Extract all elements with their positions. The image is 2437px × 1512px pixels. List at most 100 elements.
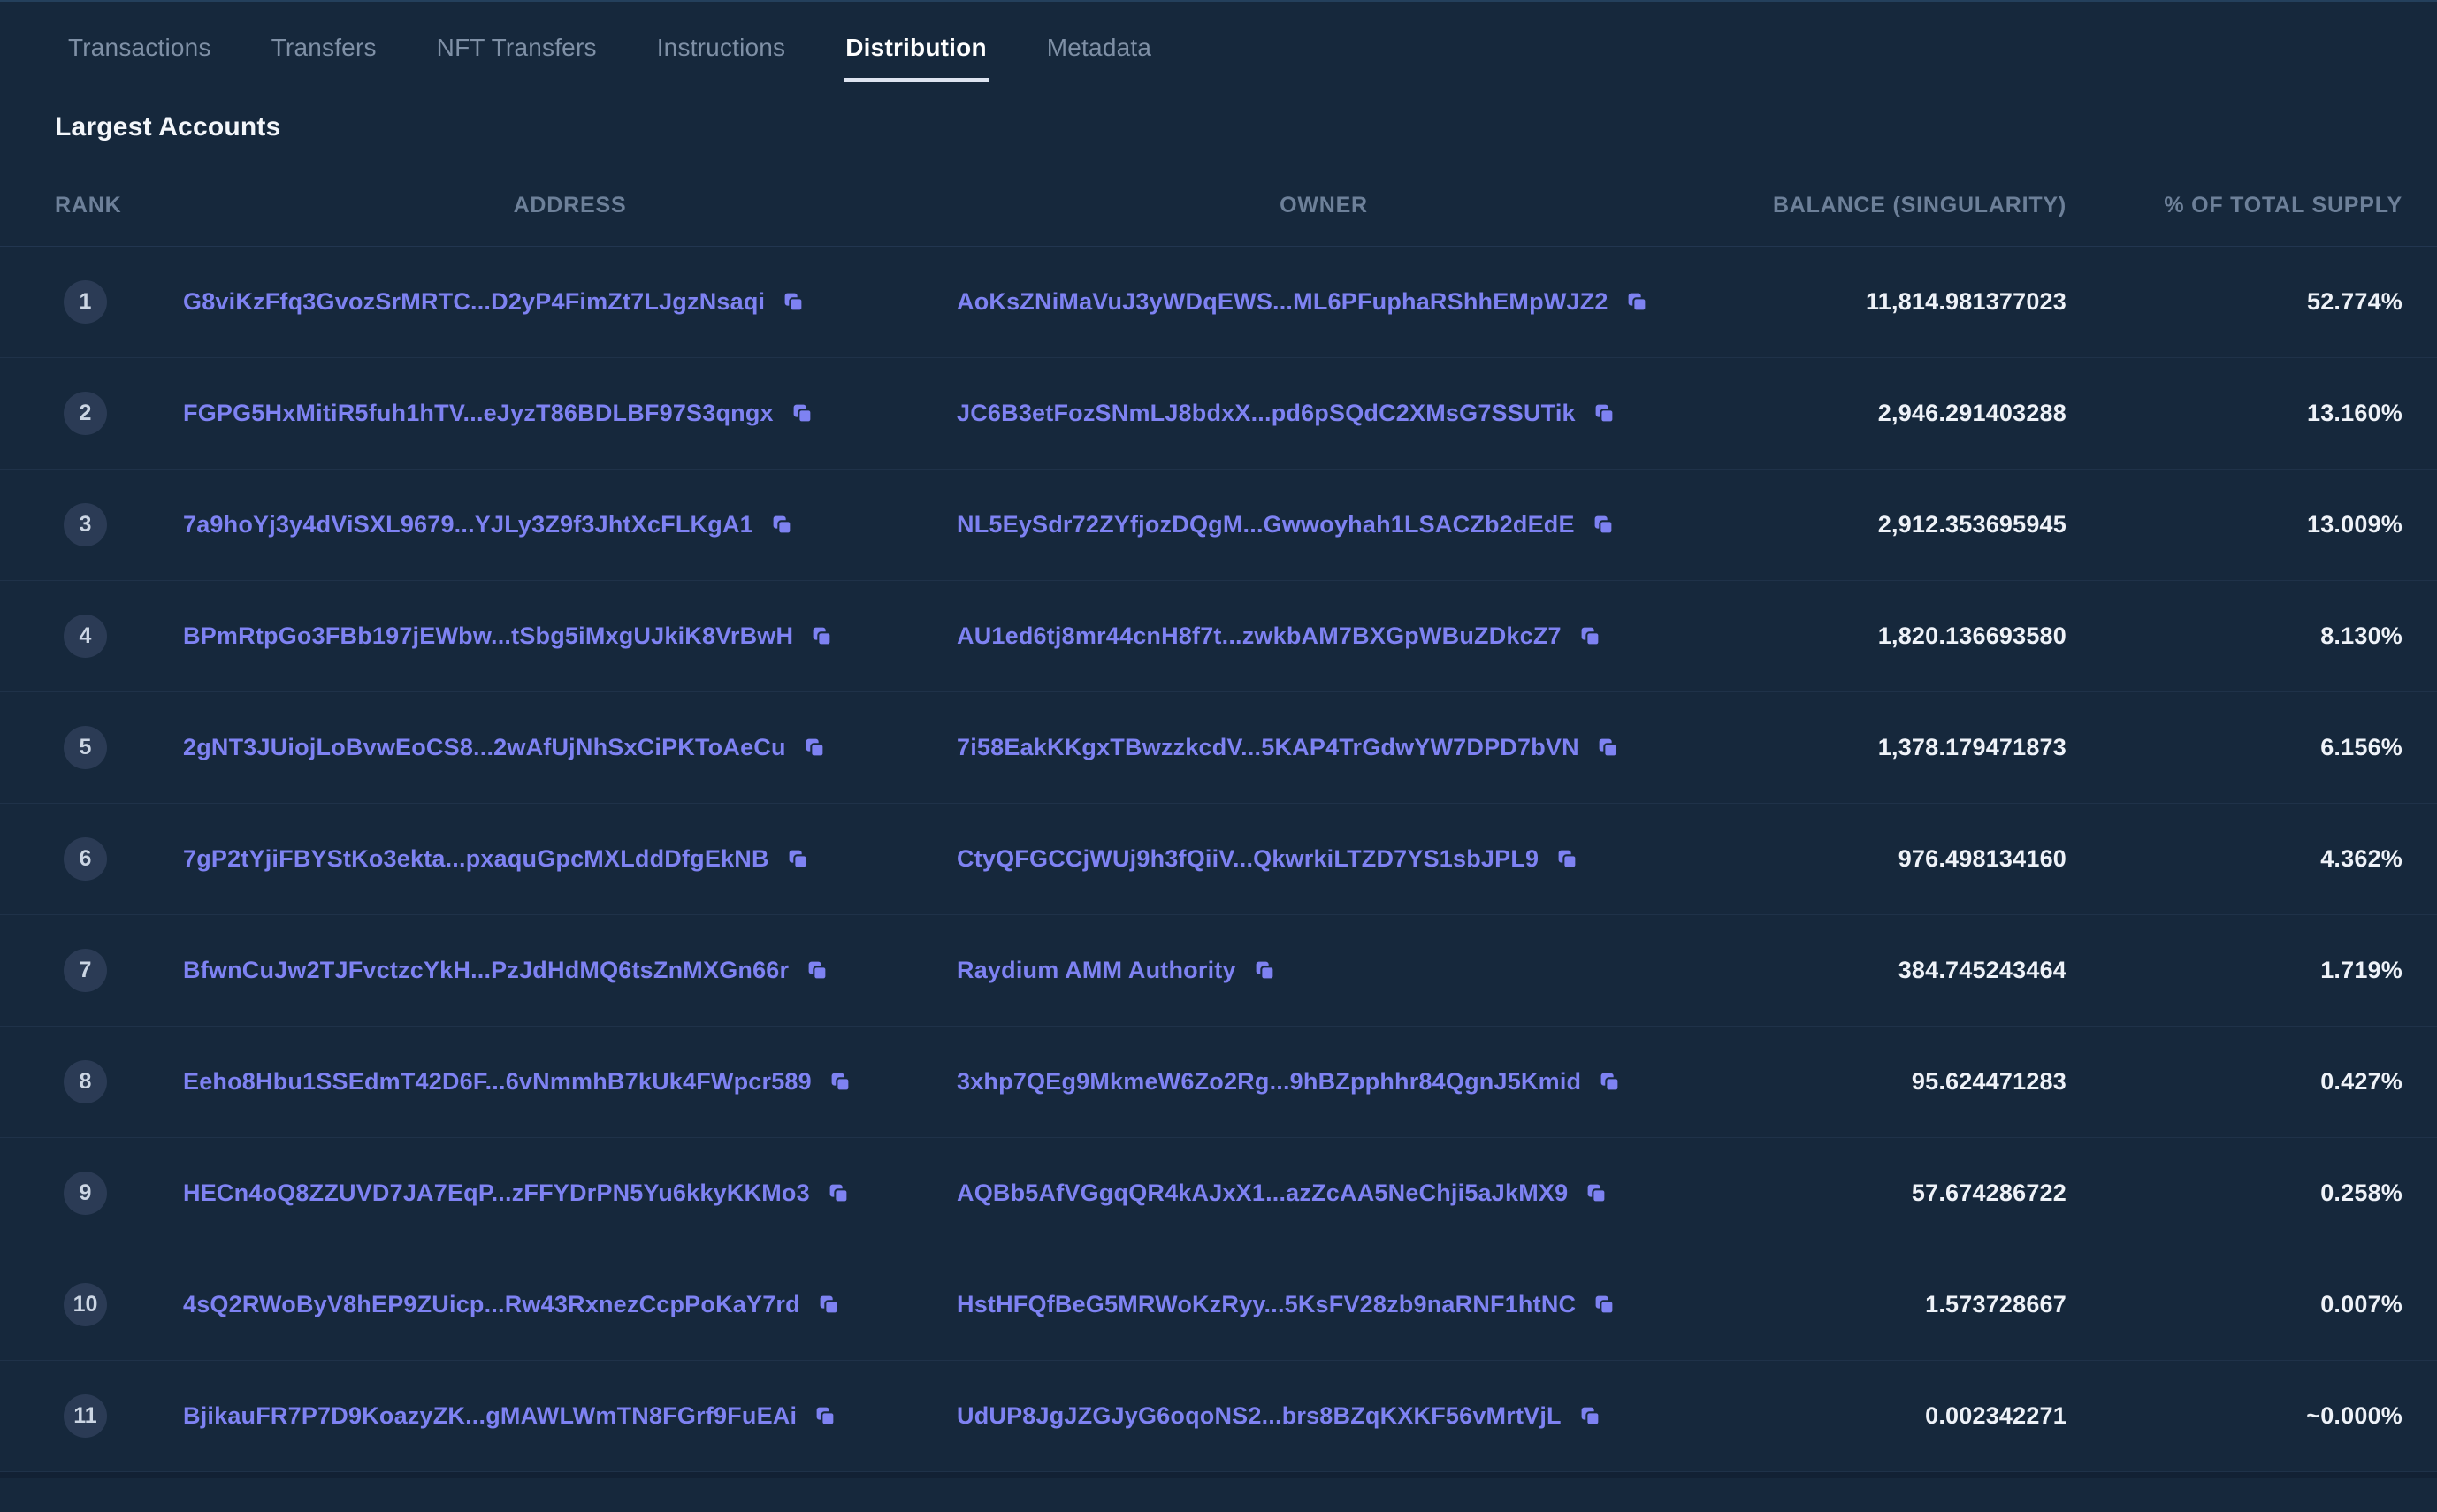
table-row: 11 BjikauFR7P7D9KoazyZK...gMAWLWmTN8FGrf… xyxy=(0,1361,2437,1472)
copy-icon[interactable] xyxy=(783,291,805,313)
tab-nft-transfers[interactable]: NFT Transfers xyxy=(435,35,599,82)
header-percent: % OF TOTAL SUPPLY xyxy=(2164,193,2403,218)
copy-icon[interactable] xyxy=(1593,402,1616,424)
balance-value: 2,946.291403288 xyxy=(1877,400,2066,426)
balance-value: 57.674286722 xyxy=(1911,1180,2066,1206)
rank-badge: 1 xyxy=(64,280,107,324)
address-link[interactable]: Eeho8Hbu1SSEdmT42D6F...6vNmmhB7kUk4FWpcr… xyxy=(183,1068,812,1096)
tab-transactions[interactable]: Transactions xyxy=(66,35,213,82)
header-balance: BALANCE (SINGULARITY) xyxy=(1772,193,2066,218)
percent-value: 0.258% xyxy=(2320,1180,2403,1206)
table-row: 2 FGPG5HxMitiR5fuh1hTV...eJyzT86BDLBF97S… xyxy=(0,358,2437,470)
table-row: 1 G8viKzFfq3GvozSrMRTC...D2yP4FimZt7LJgz… xyxy=(0,247,2437,358)
address-link[interactable]: BjikauFR7P7D9KoazyZK...gMAWLWmTN8FGrf9Fu… xyxy=(183,1402,797,1430)
owner-link[interactable]: AQBb5AfVGgqQR4kAJxX1...azZcAA5NeChji5aJk… xyxy=(957,1180,1568,1207)
percent-value: 0.007% xyxy=(2320,1291,2403,1317)
largest-accounts-table: RANK ADDRESS OWNER BALANCE (SINGULARITY)… xyxy=(0,165,2437,1472)
copy-icon[interactable] xyxy=(771,514,793,536)
copy-icon[interactable] xyxy=(1556,848,1578,870)
tab-instructions[interactable]: Instructions xyxy=(655,35,788,82)
owner-link[interactable]: JC6B3etFozSNmLJ8bdxX...pd6pSQdC2XMsG7SSU… xyxy=(957,400,1576,427)
header-rank: RANK xyxy=(55,193,122,218)
tab-bar: Transactions Transfers NFT Transfers Instru… xyxy=(0,2,2437,82)
balance-value: 1.573728667 xyxy=(1925,1291,2066,1317)
address-link[interactable]: 2gNT3JUiojLoBvwEoCS8...2wAfUjNhSxCiPKToA… xyxy=(183,734,786,761)
percent-value: 4.362% xyxy=(2320,845,2403,872)
owner-link[interactable]: CtyQFGCCjWUj9h3fQiiV...QkwrkiLTZD7YS1sbJ… xyxy=(957,845,1539,873)
tab-distribution[interactable]: Distribution xyxy=(844,35,989,82)
address-link[interactable]: 7a9hoYj3y4dViSXL9679...YJLy3Z9f3JhtXcFLK… xyxy=(183,511,753,538)
token-distribution-page: Transactions Transfers NFT Transfers Instru… xyxy=(0,0,2437,1512)
copy-icon[interactable] xyxy=(1579,1405,1601,1427)
address-link[interactable]: FGPG5HxMitiR5fuh1hTV...eJyzT86BDLBF97S3q… xyxy=(183,400,774,427)
percent-value: 6.156% xyxy=(2320,734,2403,760)
owner-link[interactable]: 7i58EakKKgxTBwzzkcdV...5KAP4TrGdwYW7DPD7… xyxy=(957,734,1579,761)
copy-icon[interactable] xyxy=(814,1405,837,1427)
address-link[interactable]: BfwnCuJw2TJFvctzcYkH...PzJdHdMQ6tsZnMXGn… xyxy=(183,957,789,984)
table-row: 6 7gP2tYjiFBYStKo3ekta...pxaquGpcMXLddDf… xyxy=(0,804,2437,915)
owner-link[interactable]: AoKsZNiMaVuJ3yWDqEWS...ML6PFuphaRShhEMpW… xyxy=(957,288,1608,316)
copy-icon[interactable] xyxy=(1626,291,1648,313)
copy-icon[interactable] xyxy=(804,737,826,759)
copy-icon[interactable] xyxy=(829,1071,852,1093)
header-address: ADDRESS xyxy=(513,193,627,218)
copy-icon[interactable] xyxy=(811,625,833,647)
balance-value: 11,814.981377023 xyxy=(1866,288,2066,315)
rank-badge: 7 xyxy=(64,949,107,992)
table-header-row: RANK ADDRESS OWNER BALANCE (SINGULARITY)… xyxy=(0,165,2437,247)
rank-badge: 6 xyxy=(64,837,107,881)
owner-link[interactable]: UdUP8JgJZGJyG6oqoNS2...brs8BZqKXKF56vMrt… xyxy=(957,1402,1562,1430)
rank-badge: 9 xyxy=(64,1172,107,1215)
copy-icon[interactable] xyxy=(806,959,829,981)
percent-value: ~0.000% xyxy=(2306,1402,2403,1429)
percent-value: 52.774% xyxy=(2307,288,2403,315)
table-row: 5 2gNT3JUiojLoBvwEoCS8...2wAfUjNhSxCiPKT… xyxy=(0,692,2437,804)
balance-value: 384.745243464 xyxy=(1898,957,2066,983)
rank-badge: 5 xyxy=(64,726,107,769)
owner-link[interactable]: HstHFQfBeG5MRWoKzRyy...5KsFV28zb9naRNF1h… xyxy=(957,1291,1576,1318)
balance-value: 1,378.179471873 xyxy=(1877,734,2066,760)
rank-badge: 4 xyxy=(64,615,107,658)
address-link[interactable]: G8viKzFfq3GvozSrMRTC...D2yP4FimZt7LJgzNs… xyxy=(183,288,765,316)
address-link[interactable]: 4sQ2RWoByV8hEP9ZUicp...Rw43RxnezCcpPoKaY… xyxy=(183,1291,800,1318)
owner-link[interactable]: Raydium AMM Authority xyxy=(957,957,1236,984)
copy-icon[interactable] xyxy=(1585,1182,1608,1204)
next-row-edge xyxy=(0,1472,2437,1478)
rank-badge: 2 xyxy=(64,392,107,435)
copy-icon[interactable] xyxy=(828,1182,850,1204)
rank-badge: 3 xyxy=(64,503,107,546)
balance-value: 1,820.136693580 xyxy=(1877,622,2066,649)
section-title: Largest Accounts xyxy=(55,112,281,141)
owner-link[interactable]: AU1ed6tj8mr44cnH8f7t...zwkbAM7BXGpWBuZDk… xyxy=(957,622,1562,650)
copy-icon[interactable] xyxy=(1254,959,1276,981)
balance-value: 0.002342271 xyxy=(1925,1402,2066,1429)
copy-icon[interactable] xyxy=(1597,737,1619,759)
address-link[interactable]: 7gP2tYjiFBYStKo3ekta...pxaquGpcMXLddDfgE… xyxy=(183,845,769,873)
copy-icon[interactable] xyxy=(787,848,809,870)
copy-icon[interactable] xyxy=(1599,1071,1621,1093)
table-row: 3 7a9hoYj3y4dViSXL9679...YJLy3Z9f3JhtXcF… xyxy=(0,470,2437,581)
table-row: 4 BPmRtpGo3FBb197jEWbw...tSbg5iMxgUJkiK8… xyxy=(0,581,2437,692)
copy-icon[interactable] xyxy=(1593,514,1615,536)
table-row: 7 BfwnCuJw2TJFvctzcYkH...PzJdHdMQ6tsZnMX… xyxy=(0,915,2437,1027)
rank-badge: 10 xyxy=(64,1283,107,1326)
tab-transfers[interactable]: Transfers xyxy=(270,35,378,82)
percent-value: 0.427% xyxy=(2320,1068,2403,1095)
balance-value: 2,912.353695945 xyxy=(1877,511,2066,538)
address-link[interactable]: HECn4oQ8ZZUVD7JA7EqP...zFFYDrPN5Yu6kkyKK… xyxy=(183,1180,810,1207)
copy-icon[interactable] xyxy=(791,402,814,424)
tab-metadata[interactable]: Metadata xyxy=(1045,35,1153,82)
table-body: 1 G8viKzFfq3GvozSrMRTC...D2yP4FimZt7LJgz… xyxy=(0,247,2437,1472)
owner-link[interactable]: NL5EySdr72ZYfjozDQgM...Gwwoyhah1LSACZb2d… xyxy=(957,511,1575,538)
copy-icon[interactable] xyxy=(1593,1294,1616,1316)
owner-link[interactable]: 3xhp7QEg9MkmeW6Zo2Rg...9hBZpphhr84QgnJ5K… xyxy=(957,1068,1581,1096)
header-owner: OWNER xyxy=(1280,193,1368,218)
balance-value: 95.624471283 xyxy=(1911,1068,2066,1095)
table-row: 8 Eeho8Hbu1SSEdmT42D6F...6vNmmhB7kUk4FWp… xyxy=(0,1027,2437,1138)
copy-icon[interactable] xyxy=(1579,625,1601,647)
balance-value: 976.498134160 xyxy=(1898,845,2066,872)
address-link[interactable]: BPmRtpGo3FBb197jEWbw...tSbg5iMxgUJkiK8Vr… xyxy=(183,622,793,650)
percent-value: 1.719% xyxy=(2320,957,2403,983)
copy-icon[interactable] xyxy=(818,1294,840,1316)
table-row: 9 HECn4oQ8ZZUVD7JA7EqP...zFFYDrPN5Yu6kky… xyxy=(0,1138,2437,1249)
